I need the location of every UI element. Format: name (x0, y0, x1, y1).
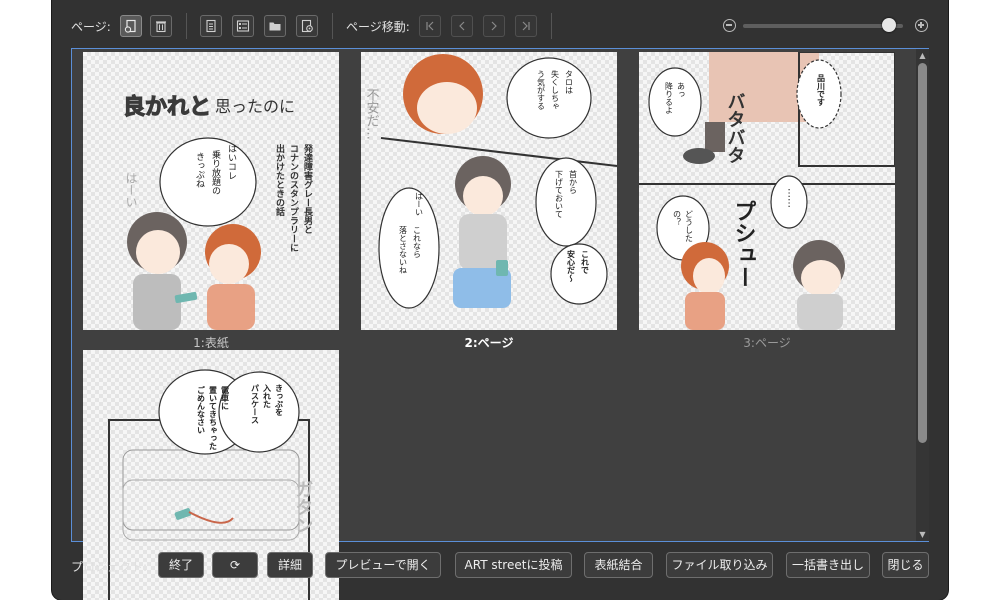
speech-bubble-line: 入れた (263, 384, 272, 408)
list-icon (236, 20, 250, 32)
project-window: ページ: ページ移動: 良かれと 思ったのに 発達障害グレー長男と コナンのスタ… (52, 0, 948, 600)
project-label: プロジェクト: (71, 560, 148, 574)
cover-subtitle-line: 発達障害グレー長男と (302, 143, 314, 234)
dots-text: …… (786, 188, 797, 208)
speech-bubble-line: パスケース (251, 383, 260, 424)
last-page-button[interactable] (515, 15, 537, 37)
speech-bubble-line: 品川です (817, 74, 826, 107)
page-list-button[interactable] (232, 15, 254, 37)
speech-bubble-line: 失くしちゃ (551, 69, 560, 110)
refresh-button[interactable]: ⟳ (212, 552, 258, 578)
page-caption: 2:ページ (464, 336, 514, 350)
add-page-button[interactable] (120, 15, 142, 37)
folder-icon (269, 22, 281, 31)
post-to-art-street-button[interactable]: ART streetに投稿 (455, 552, 572, 578)
close-button[interactable]: 閉じる (882, 552, 929, 578)
page-thumbnail-1[interactable]: 良かれと 思ったのに 発達障害グレー長男と コナンのスタンプラリーに 出かけたと… (83, 52, 339, 350)
page-nav-label: ページ移動: (346, 20, 410, 34)
open-folder-button[interactable] (264, 15, 286, 37)
speech-bubble-line: 乗り放題の (210, 149, 221, 195)
sfx-text: プシュー (731, 200, 756, 288)
speech-bubble-line: はいコレ (226, 144, 236, 180)
zoom-out-icon[interactable] (723, 19, 736, 32)
speech-bubble-line: はーい (415, 192, 424, 216)
toolbar: ページ: ページ移動: (52, 0, 948, 50)
sfx-text: 不安だ… (364, 88, 380, 140)
page-caption: 3:ページ (743, 336, 791, 350)
last-page-icon (522, 21, 530, 31)
zoom-slider[interactable] (743, 18, 903, 34)
zoom-slider-thumb[interactable] (882, 18, 896, 32)
page-settings-button[interactable] (200, 15, 222, 37)
speech-bubble-line: きっぷを (275, 384, 284, 416)
vertical-scrollbar[interactable]: ▲ ▼ (916, 49, 929, 541)
chevron-left-icon (459, 21, 465, 31)
toolbar-divider (551, 13, 552, 39)
speech-bubble-line: これで (581, 250, 590, 274)
page-label: ページ: (71, 20, 111, 34)
page-thumbnail-image: 不安だ… タロは 失くしちゃ う気がする はーい これなら 落とさないね 首から… (361, 52, 617, 330)
speech-bubble-line: 降りるよ (665, 81, 674, 114)
scroll-down-icon[interactable]: ▼ (918, 530, 927, 539)
sfx-text: ガタン (293, 480, 314, 534)
cover-title-b: 思ったのに (215, 97, 295, 116)
project-bar: プロジェクト: 終了 ⟳ 詳細 プレビューで開く ART streetに投稿 表… (52, 550, 948, 580)
open-in-preview-button[interactable]: プレビューで開く (325, 552, 441, 578)
page-caption: 1:表紙 (193, 336, 229, 350)
page-thumbnail-2[interactable]: 不安だ… タロは 失くしちゃ う気がする はーい これなら 落とさないね 首から… (361, 52, 617, 350)
speech-bubble-line: タロは (565, 70, 574, 94)
prev-page-button[interactable] (451, 15, 473, 37)
speech-bubble-line: どうした (685, 210, 694, 242)
cover-subtitle-line: 出かけたときの話 (274, 143, 285, 217)
next-page-button[interactable] (483, 15, 505, 37)
chevron-right-icon (491, 21, 497, 31)
page-thumbnail-3[interactable]: あっ 降りるよ バタバタ 品川です …… どうした の？ プシュー 3:ページ (639, 52, 895, 350)
speech-bubble-line: これなら (413, 226, 422, 258)
zoom-slider-track (743, 24, 903, 28)
speech-bubble-line: 安心だ〜 (567, 249, 576, 282)
document-icon (206, 19, 216, 33)
speech-bubble-line: ごめんなさい (197, 385, 206, 434)
speech-bubble-line: 置いてきちゃった (209, 385, 218, 450)
toolbar-divider (332, 13, 333, 39)
cover-title-a: 良かれと (123, 94, 211, 120)
first-page-icon (426, 21, 434, 31)
page-thumbnail-grid: 良かれと 思ったのに 発達障害グレー長男と コナンのスタンプラリーに 出かけたと… (71, 48, 929, 600)
batch-export-button[interactable]: 一括書き出し (786, 552, 870, 578)
scrollbar-thumb[interactable] (918, 63, 927, 443)
cover-subtitle-line: コナンのスタンプラリーに (288, 144, 299, 252)
trash-icon (156, 21, 166, 33)
delete-page-button[interactable] (150, 15, 172, 37)
speech-bubble-line: 落とさないね (399, 225, 408, 274)
page-export-button[interactable] (296, 15, 318, 37)
speech-bubble-line: 電車に (221, 385, 230, 410)
zoom-in-icon[interactable] (915, 19, 928, 32)
combine-cover-button[interactable]: 表紙結合 (584, 552, 653, 578)
speech-bubble-line: あっ (677, 82, 686, 98)
page-gear-icon (301, 19, 313, 33)
speech-bubble-line: きっぷね (194, 152, 205, 188)
quit-button[interactable]: 終了 (158, 552, 204, 578)
sfx-text: バタバタ (725, 92, 746, 164)
toolbar-divider (186, 13, 187, 39)
details-button[interactable]: 詳細 (267, 552, 313, 578)
page-thumbnail-image: あっ 降りるよ バタバタ 品川です …… どうした の？ プシュー (639, 52, 895, 330)
page-thumbnail-image: 良かれと 思ったのに 発達障害グレー長男と コナンのスタンプラリーに 出かけたと… (83, 52, 339, 330)
speech-bubble-line: う気がする (537, 70, 546, 110)
first-page-button[interactable] (419, 15, 441, 37)
scroll-up-icon[interactable]: ▲ (918, 51, 927, 60)
speech-bubble-line: 下げておいて (555, 170, 564, 218)
speech-bubble-line: 首から (569, 169, 578, 194)
import-file-button[interactable]: ファイル取り込み (666, 552, 773, 578)
sfx-text: はーい (124, 172, 138, 208)
add-page-icon (124, 19, 136, 33)
speech-bubble-line: の？ (673, 210, 682, 226)
